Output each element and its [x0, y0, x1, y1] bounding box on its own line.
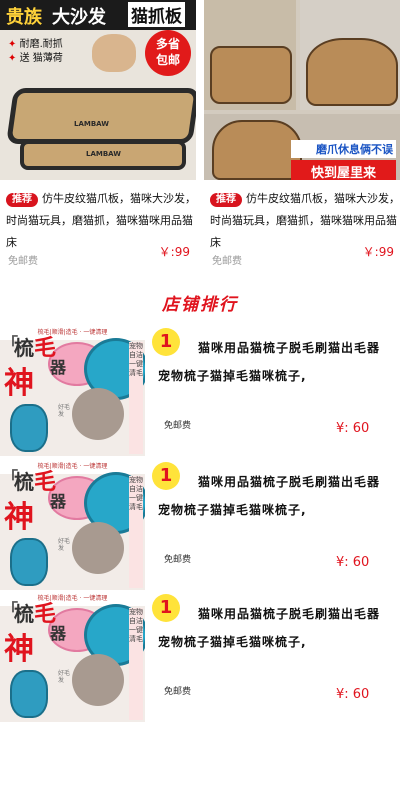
image-text: 神: [4, 500, 34, 535]
badge-text: 包邮: [155, 53, 180, 67]
image-vertical-text: 宠物自洁 一键清毛: [129, 608, 143, 720]
brand-label: LAMBAW: [86, 150, 122, 158]
blue-brush-figure: [10, 538, 48, 586]
product-card[interactable]: 贵族 大沙发 猫抓板 ✦ 耐磨.耐抓 ✦ 送 猫薄荷 多省 包邮 LAMBAW …: [0, 0, 196, 267]
image-text: 梳: [14, 470, 34, 494]
badge-text: 多省: [155, 37, 180, 51]
banner-text: 猫抓板: [128, 2, 185, 27]
image-vertical-text: 宠物自洁 一键清毛: [129, 342, 143, 454]
shipping-label: 免邮费: [164, 555, 192, 565]
shipping-label: 免邮费: [164, 687, 192, 697]
blue-brush-figure: [10, 404, 48, 452]
ranking-item-title[interactable]: 猫咪用品猫梳子脱毛刷猫出毛器宠物梳子猫掉毛猫咪梳子,: [158, 334, 390, 390]
image-text: 器: [50, 358, 67, 377]
image-text: 梳: [14, 336, 34, 360]
ranking-item-image[interactable]: 梳毛|顺滑|造毛 · 一键清理 「 梳 毛 器 神 好毛发 宠物自洁 一键清毛: [0, 592, 145, 722]
cat-house-figure: [212, 120, 302, 180]
recommend-tag: 推荐: [210, 193, 242, 207]
product-card[interactable]: 磨爪休息俩不误 快到屋里来 推荐 仿牛皮纹猫爪板，猫咪大沙发，时尚猫玩具，磨猫抓，…: [204, 0, 400, 267]
product-image[interactable]: 贵族 大沙发 猫抓板 ✦ 耐磨.耐抓 ✦ 送 猫薄荷 多省 包邮 LAMBAW …: [0, 0, 196, 180]
ranking-item[interactable]: 梳毛|顺滑|造毛 · 一键清理 「 梳 毛 器 神 好毛发 宠物自洁 一键清毛 …: [0, 460, 400, 590]
cat-house-figure: [306, 38, 398, 106]
feature-item: 送 猫薄荷: [19, 53, 63, 64]
recommend-tag: 推荐: [6, 193, 38, 207]
dog-figure: [72, 654, 124, 706]
promo-overlay: 磨爪休息俩不误 快到屋里来: [291, 140, 396, 180]
image-side-text: 好毛发: [58, 538, 71, 552]
dog-figure: [72, 522, 124, 574]
ranking-item-price: ¥: 60: [336, 687, 370, 702]
ranking-item-title[interactable]: 猫咪用品猫梳子脱毛刷猫出毛器宠物梳子猫掉毛猫咪梳子,: [158, 600, 390, 656]
ranking-item-price: ¥: 60: [336, 555, 370, 570]
ranking-item[interactable]: 梳毛|顺滑|造毛 · 一键清理 「 梳 毛 器 神 好毛发 宠物自洁 一键清毛 …: [0, 592, 400, 722]
image-text: 神: [4, 366, 34, 401]
banner-text: 贵族: [6, 7, 42, 28]
product-image[interactable]: 磨爪休息俩不误 快到屋里来: [204, 0, 400, 180]
image-text: 器: [50, 492, 67, 511]
shipping-label: 免邮费: [212, 256, 242, 267]
ranking-item-title[interactable]: 猫咪用品猫梳子脱毛刷猫出毛器宠物梳子猫掉毛猫咪梳子,: [158, 468, 390, 524]
photo-tile: [300, 0, 400, 110]
product-price: ￥:99: [158, 245, 190, 259]
ranking-item-price: ¥: 60: [336, 421, 370, 436]
cat-house-figure: [210, 46, 292, 104]
promo-text: 快到屋里来: [291, 160, 396, 180]
shipping-label: 免邮费: [8, 256, 38, 267]
brand-label: LAMBAW: [74, 120, 110, 128]
ranking-title: 店铺排行: [162, 295, 238, 315]
ranking-item-image[interactable]: 梳毛|顺滑|造毛 · 一键清理 「 梳 毛 器 神 好毛发 宠物自洁 一键清毛: [0, 460, 145, 590]
ranking-item-image[interactable]: 梳毛|顺滑|造毛 · 一键清理 「 梳 毛 器 神 好毛发 宠物自洁 一键清毛: [0, 326, 145, 456]
cat-figure: [92, 34, 136, 72]
photo-tile: [204, 0, 296, 110]
image-side-text: 好毛发: [58, 670, 71, 684]
feature-list: ✦ 耐磨.耐抓 ✦ 送 猫薄荷: [8, 39, 63, 64]
ranking-item[interactable]: 梳毛|顺滑|造毛 · 一键清理 「 梳 毛 器 神 好毛发 宠物自洁 一键清毛 …: [0, 326, 400, 456]
shipping-label: 免邮费: [164, 421, 192, 431]
blue-brush-figure: [10, 670, 48, 718]
product-price: ￥:99: [362, 245, 394, 259]
scratcher-board: [6, 88, 196, 144]
feature-item: 耐磨.耐抓: [19, 39, 63, 50]
banner-text: 大沙发: [52, 7, 106, 28]
image-text: 神: [4, 632, 34, 667]
image-banner: 贵族 大沙发 猫抓板: [0, 0, 196, 30]
image-text: 器: [50, 624, 67, 643]
promo-text: 磨爪休息俩不误: [291, 140, 396, 158]
dog-figure: [72, 388, 124, 440]
image-side-text: 好毛发: [58, 404, 71, 418]
free-shipping-badge: 多省 包邮: [145, 30, 191, 76]
image-text: 梳: [14, 602, 34, 626]
image-vertical-text: 宠物自洁 一键清毛: [129, 476, 143, 588]
